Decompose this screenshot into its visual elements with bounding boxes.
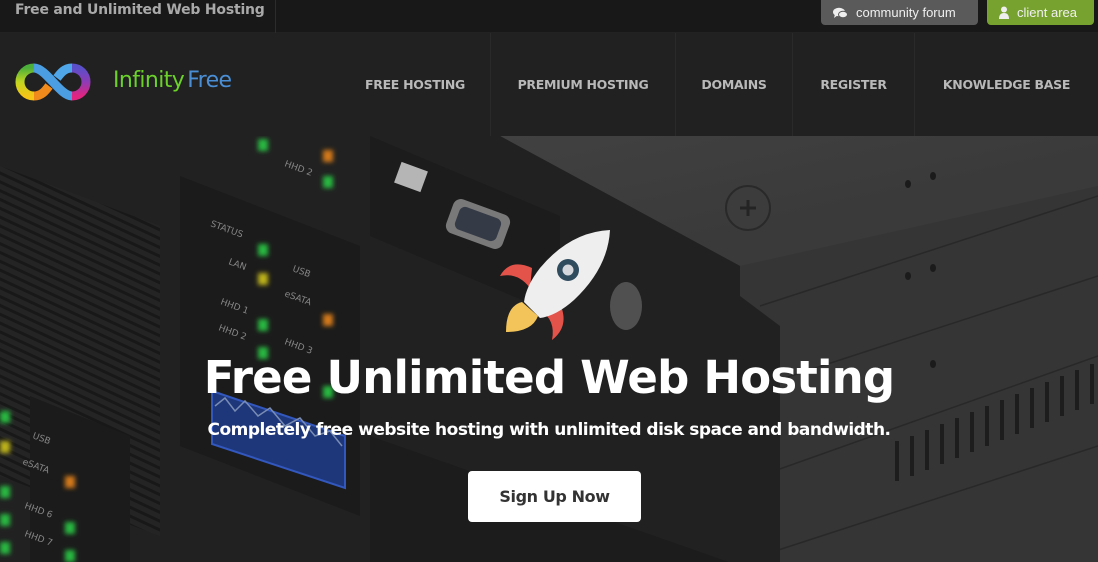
site-tagline: Free and Unlimited Web Hosting — [15, 2, 265, 18]
nav-item-free-hosting[interactable]: FREE HOSTING — [340, 33, 491, 136]
nav-item-register[interactable]: REGISTER — [793, 33, 915, 136]
nav-item-domains[interactable]: DOMAINS — [676, 33, 793, 136]
nav-item-knowledge-base[interactable]: KNOWLEDGE BASE — [915, 33, 1098, 136]
nav-item-premium-hosting[interactable]: PREMIUM HOSTING — [491, 33, 676, 136]
main-nav: FREE HOSTING PREMIUM HOSTING DOMAINS REG… — [340, 33, 1098, 136]
community-forum-button[interactable]: community forum — [821, 0, 978, 25]
infinity-logo-icon[interactable] — [14, 62, 92, 107]
hero-subtitle: Completely free website hosting with unl… — [207, 420, 891, 440]
community-forum-label: community forum — [856, 5, 956, 20]
brand-name-part1: Infinity — [113, 68, 185, 93]
user-icon — [999, 6, 1009, 19]
rocket-icon — [500, 228, 612, 345]
brand-name[interactable]: Infinity Free — [113, 68, 232, 93]
comments-icon — [833, 7, 848, 19]
divider — [275, 0, 276, 33]
client-area-label: client area — [1017, 5, 1077, 20]
client-area-button[interactable]: client area — [987, 0, 1094, 25]
sign-up-button[interactable]: Sign Up Now — [468, 471, 641, 522]
hero-title: Free Unlimited Web Hosting — [203, 351, 895, 404]
brand-name-part2: Free — [187, 68, 232, 93]
